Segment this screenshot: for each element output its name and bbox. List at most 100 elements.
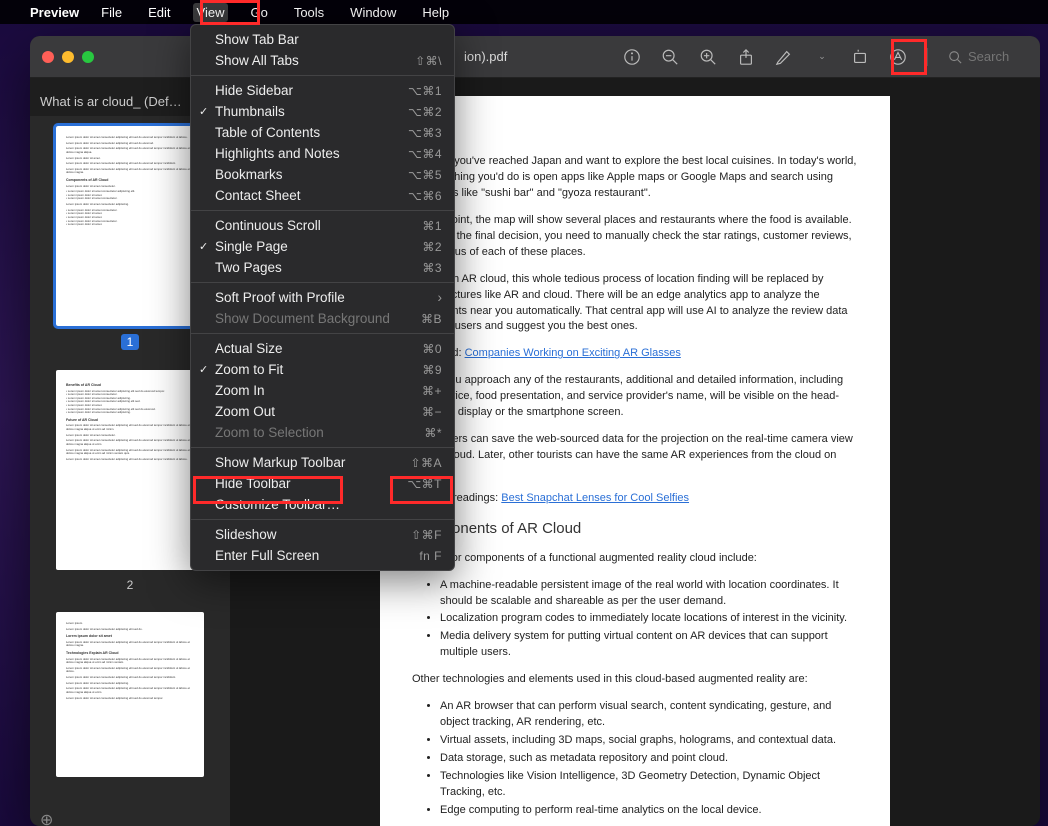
list-item: Media delivery system for putting virtua… [440,629,858,661]
menu-edit[interactable]: Edit [144,3,174,22]
zoom-out-icon[interactable] [661,48,679,66]
menu-separator [191,333,454,334]
menu-item-label: Show Markup Toolbar [215,455,345,470]
shortcut-label: ⌥⌘T [407,477,442,491]
menu-item-zoom-in[interactable]: Zoom In⌘+ [191,380,454,401]
menu-item-actual-size[interactable]: Actual Size ⌘0 [191,338,454,359]
shortcut-label: ⌘− [422,405,442,419]
page-number: 2 [127,578,134,592]
menu-tools[interactable]: Tools [290,3,328,22]
add-page-button[interactable]: ⊕ [40,810,53,826]
search-box[interactable] [948,49,1028,64]
menu-item-label: Thumbnails [215,104,285,119]
rotate-icon[interactable] [851,48,869,66]
menu-item-label: Show Tab Bar [215,32,299,47]
paragraph: Imagine you've reached Japan and want to… [412,154,858,202]
bullet-list: A machine-readable persistent image of t… [440,578,858,662]
page-number: 1 [121,334,140,350]
menu-item-show-markup-toolbar[interactable]: Show Markup Toolbar ⇧⌘A [191,452,454,473]
paragraph: The major components of a functional aug… [412,551,858,567]
menu-item-label: Slideshow [215,527,277,542]
toolbar-separator [927,48,928,66]
preview-window: ion).pdf ⌄ What is ar cloud_ (Def… Lorem… [30,36,1040,826]
menu-item-contact-sheet[interactable]: Contact Sheet⌥⌘6 [191,185,454,206]
menu-item-show-document-background: Show Document Background ⌘B [191,308,454,329]
menu-item-label: Two Pages [215,260,282,275]
menu-item-slideshow[interactable]: Slideshow⇧⌘F [191,524,454,545]
menu-item-soft-proof-with-profile[interactable]: Soft Proof with Profile› [191,287,454,308]
page-thumbnail[interactable]: Benefits of AR Cloud• Lorem ipsum dolor … [56,370,204,570]
link[interactable]: Best Snapchat Lenses for Cool Selfies [501,492,689,504]
menu-item-enter-full-screen[interactable]: Enter Full Screen fn F [191,545,454,566]
shortcut-label: ⇧⌘A [410,456,442,470]
search-input[interactable] [968,49,1028,64]
info-icon[interactable] [623,48,641,66]
shortcut-label: ⌥⌘2 [408,105,442,119]
menu-go[interactable]: Go [246,3,271,22]
zoom-in-icon[interactable] [699,48,717,66]
menu-separator [191,282,454,283]
close-button[interactable] [42,51,54,63]
menu-item-zoom-to-fit[interactable]: ✓Zoom to Fit⌘9 [191,359,454,380]
menu-item-table-of-contents[interactable]: Table of Contents⌥⌘3 [191,122,454,143]
page-thumbnail[interactable]: Lorem ipsum.Lorem ipsum dolor sit amet c… [56,612,204,777]
highlight-icon[interactable] [775,48,793,66]
menu-item-bookmarks[interactable]: Bookmarks⌥⌘5 [191,164,454,185]
shortcut-label: fn F [419,549,442,563]
list-item: A machine-readable persistent image of t… [440,578,858,610]
menu-window[interactable]: Window [346,3,400,22]
shortcut-label: ⌥⌘5 [408,168,442,182]
menu-item-zoom-to-selection: Zoom to Selection⌘* [191,422,454,443]
menu-item-label: Single Page [215,239,288,254]
link[interactable]: Companies Working on Exciting AR Glasses [465,347,681,359]
page-thumbnail[interactable]: Lorem ipsum dolor sit amet consectetur a… [56,126,204,326]
menu-item-label: Show All Tabs [215,53,299,68]
menu-item-single-page[interactable]: ✓Single Page⌘2 [191,236,454,257]
menu-separator [191,447,454,448]
menu-file[interactable]: File [97,3,126,22]
menu-help[interactable]: Help [418,3,453,22]
shortcut-label: ⌘0 [422,342,442,356]
menu-item-label: Zoom In [215,383,265,398]
menu-item-thumbnails[interactable]: ✓Thumbnails⌥⌘2 [191,101,454,122]
window-title: ion).pdf [464,49,507,64]
paragraph: Also read: Companies Working on Exciting… [412,346,858,362]
menu-separator [191,210,454,211]
app-name[interactable]: Preview [30,5,79,20]
menu-item-hide-sidebar[interactable]: Hide Sidebar⌥⌘1 [191,80,454,101]
menu-view[interactable]: View [193,3,229,22]
shortcut-label: ⌥⌘4 [408,147,442,161]
toolbar: ⌄ [623,48,1028,66]
traffic-lights [42,51,94,63]
menu-item-zoom-out[interactable]: Zoom Out ⌘− [191,401,454,422]
menu-item-continuous-scroll[interactable]: Continuous Scroll⌘1 [191,215,454,236]
list-item: Localization program codes to immediatel… [440,611,858,627]
menu-item-show-all-tabs[interactable]: Show All Tabs⇧⌘\ [191,50,454,71]
paragraph: Developers can save the web-sourced data… [412,432,858,480]
shortcut-label: ⌘B [421,312,442,326]
chevron-down-icon[interactable]: ⌄ [813,48,831,66]
menu-item-label: Enter Full Screen [215,548,319,563]
share-icon[interactable] [737,48,755,66]
menu-item-hide-toolbar[interactable]: Hide Toolbar⌥⌘T [191,473,454,494]
shortcut-label: ⌘3 [422,261,442,275]
view-dropdown: Show Tab Bar Show All Tabs⇧⌘\ Hide Sidebar… [190,24,455,571]
markup-icon[interactable] [889,48,907,66]
menu-item-label: Show Document Background [215,311,390,326]
menu-item-show-tab-bar[interactable]: Show Tab Bar [191,29,454,50]
shortcut-label: ⌘* [424,426,442,440]
list-item: Data storage, such as metadata repositor… [440,751,858,767]
shortcut-label: ⌘9 [422,363,442,377]
fullscreen-button[interactable] [82,51,94,63]
menu-item-label: Actual Size [215,341,283,356]
check-icon: ✓ [199,363,208,376]
pdf-page: Imagine you've reached Japan and want to… [380,96,890,826]
menu-item-two-pages[interactable]: Two Pages ⌘3 [191,257,454,278]
menu-item-customize-toolbar-[interactable]: Customize Toolbar… [191,494,454,515]
list-item: Technologies like Vision Intelligence, 3… [440,769,858,801]
menu-item-label: Zoom Out [215,404,275,419]
shortcut-label: ⌥⌘6 [408,189,442,203]
minimize-button[interactable] [62,51,74,63]
menu-item-highlights-and-notes[interactable]: Highlights and Notes⌥⌘4 [191,143,454,164]
thumbnail-wrapper: Lorem ipsum.Lorem ipsum dolor sit amet c… [30,612,230,777]
